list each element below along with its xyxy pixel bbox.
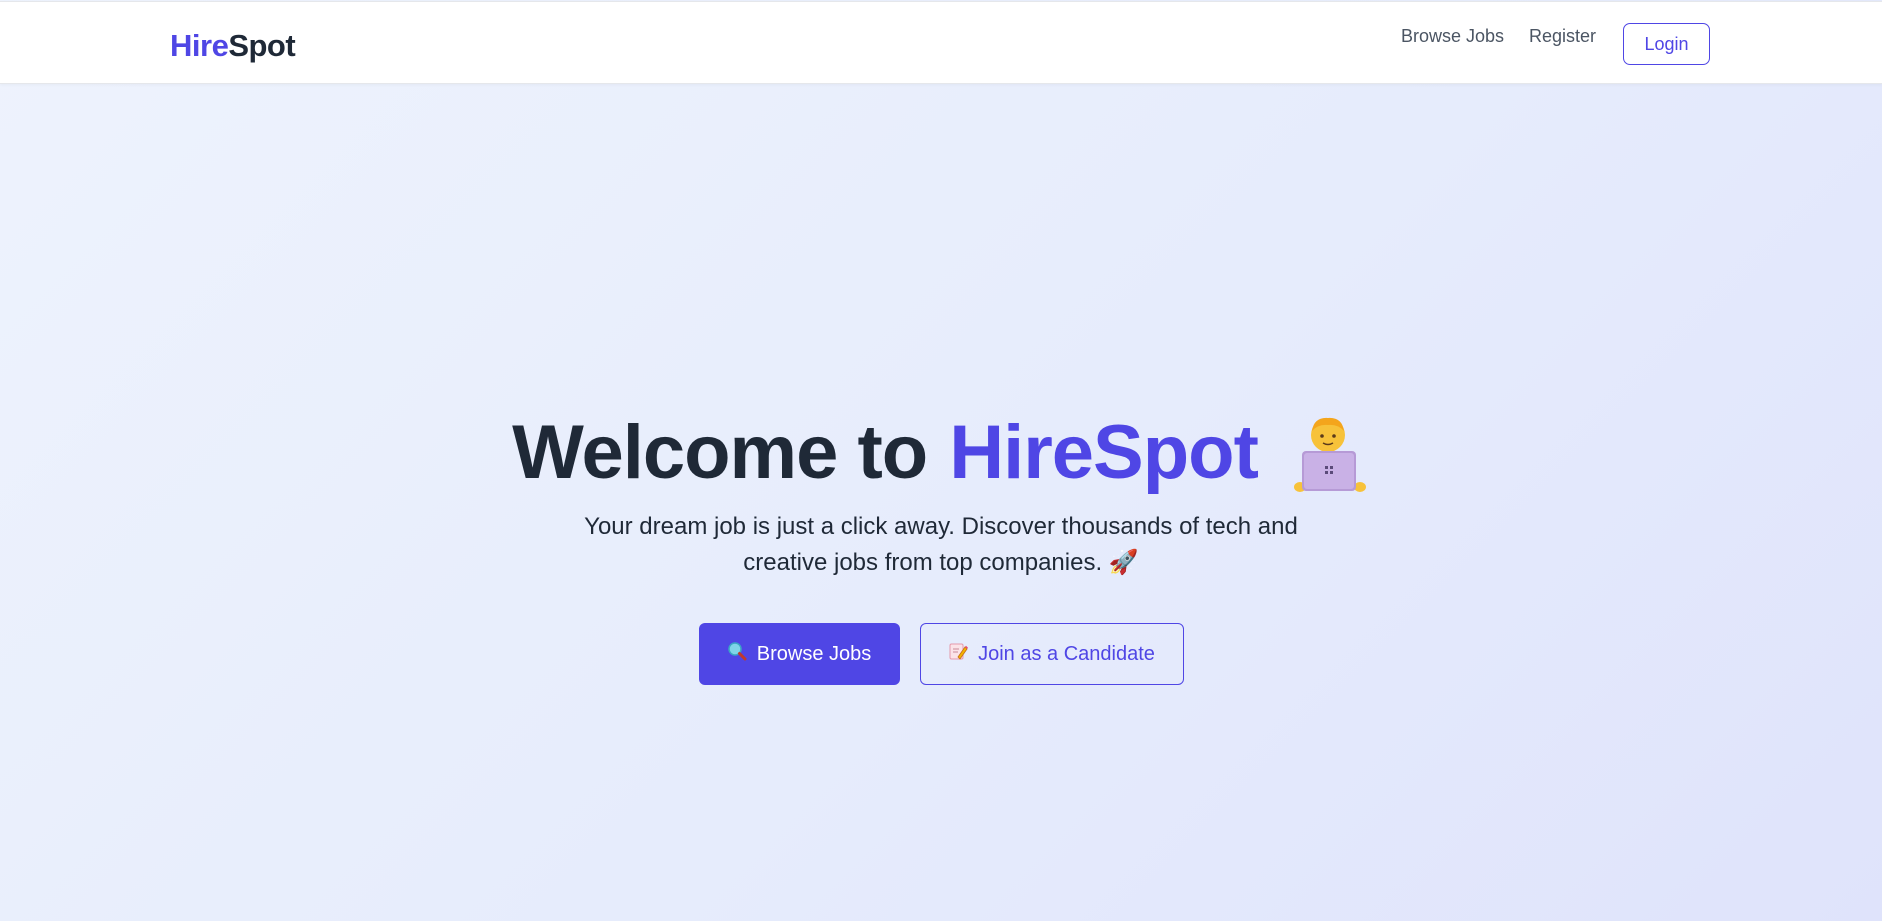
browse-jobs-label: Browse Jobs <box>756 642 872 665</box>
brand-logo-hire: Hire <box>170 28 229 63</box>
brand-logo[interactable]: HireSpot <box>170 28 296 64</box>
hero-section: Welcome to HireSpot Your dream job is ju… <box>0 405 1882 685</box>
join-candidate-button[interactable]: Join as a Candidate <box>919 623 1184 685</box>
hero-title: Welcome to HireSpot <box>0 405 1882 501</box>
hero-title-accent: HireSpot <box>949 410 1259 495</box>
nav-link-register[interactable]: Register <box>1529 26 1596 47</box>
magnifier-icon <box>727 641 747 667</box>
person-with-laptop-icon <box>1290 413 1370 493</box>
hero-subtitle: Your dream job is just a click away. Dis… <box>584 513 1298 576</box>
nav-link-browse-jobs[interactable]: Browse Jobs <box>1401 26 1504 47</box>
join-candidate-label: Join as a Candidate <box>978 642 1155 665</box>
browse-jobs-button[interactable]: Browse Jobs <box>698 623 900 685</box>
hero-actions: Browse Jobs Join as a Candidate <box>0 623 1882 685</box>
memo-icon <box>948 641 969 667</box>
hero-title-prefix: Welcome to <box>512 410 928 495</box>
login-button[interactable]: Login <box>1623 23 1710 65</box>
top-navbar: HireSpot Browse Jobs Register Login <box>0 1 1882 84</box>
brand-logo-spot: Spot <box>228 28 296 63</box>
